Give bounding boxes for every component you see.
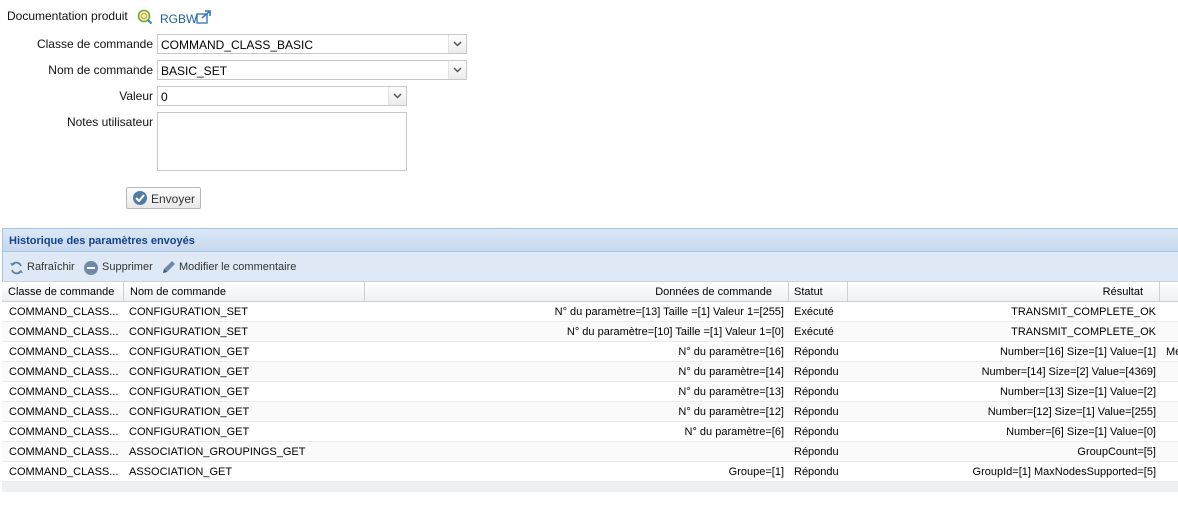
cell-result: TRANSMIT_COMPLETE_OK [1011,326,1156,338]
cell-command-data: N° du paramètre=[13] Taille =[1] Valeur … [554,306,784,318]
cell-command-data: N° du paramètre=[16] [678,346,784,358]
history-title-text: Historique des paramètres envoyés [9,235,195,247]
cell-command-name: CONFIGURATION_GET [129,406,250,418]
cell-command-data: N° du paramètre=[14] [678,366,784,378]
cell-result: Number=[6] Size=[1] Value=[0] [1006,426,1156,438]
refresh-label: Rafraîchir [27,261,75,273]
cell-command-class: COMMAND_CLASS... [9,406,119,418]
cell-command-data: N° du paramètre=[6] [684,426,784,438]
history-toolbar: Rafraîchir Supprimer Modifier le comment… [2,252,1178,282]
table-row[interactable]: COMMAND_CLASS... ASSOCIATION_GET Groupe=[1… [2,462,1178,482]
table-row[interactable]: COMMAND_CLASS... CONFIGURATION_SET N° du p… [2,322,1178,342]
column-header-label: Résultat [1102,286,1143,298]
cell-command-name: CONFIGURATION_GET [129,366,250,378]
table-row[interactable]: COMMAND_CLASS... CONFIGURATION_GET N° du p… [2,342,1178,362]
cell-result: GroupId=[1] MaxNodesSupported=[5] [972,466,1156,478]
cell-status: Répondu [794,426,839,438]
value-label: Valeur [119,89,153,103]
cell-overflow: Me [1166,346,1178,358]
cell-result: Number=[13] Size=[1] Value=[2] [999,386,1156,398]
cell-status: Répondu [794,366,839,378]
command-name-value: BASIC_SET [161,64,228,78]
delete-label: Supprimer [102,261,153,273]
column-header-label: Nom de commande [130,286,226,298]
chevron-down-icon[interactable] [388,87,406,105]
chevron-down-icon[interactable] [448,35,466,53]
send-button[interactable]: Envoyer [126,187,201,209]
refresh-icon [9,261,24,278]
column-header-label: Classe de commande [8,286,115,298]
table-row[interactable]: COMMAND_CLASS... CONFIGURATION_GET N° du p… [2,422,1178,442]
chevron-down-icon[interactable] [448,61,466,79]
table-row[interactable]: COMMAND_CLASS... CONFIGURATION_GET N° du p… [2,402,1178,422]
cell-status: Répondu [794,406,839,418]
product-doc-search-icon[interactable] [137,9,153,25]
cell-command-class: COMMAND_CLASS... [9,466,119,478]
delete-button[interactable]: Supprimer [83,260,155,276]
cell-command-name: CONFIGURATION_GET [129,346,250,358]
cell-command-data: N° du paramètre=[12] [678,406,784,418]
grid-footer [2,482,1178,492]
cell-result: Number=[16] Size=[1] Value=[1] [999,346,1156,358]
command-name-combobox[interactable]: BASIC_SET [157,60,467,80]
command-class-combobox[interactable]: COMMAND_CLASS_BASIC [157,34,467,54]
cell-command-class: COMMAND_CLASS... [9,366,119,378]
check-icon [133,191,147,205]
cell-status: Répondu [794,386,839,398]
cell-command-name: CONFIGURATION_GET [129,426,250,438]
pencil-icon [161,259,177,278]
refresh-button[interactable]: Rafraîchir [9,260,77,276]
product-doc-label: Documentation produit [7,9,128,23]
edit-comment-button[interactable]: Modifier le commentaire [161,260,297,276]
command-class-label: Classe de commande [36,37,153,51]
column-header-label: Données de commande [655,286,772,298]
command-name-label: Nom de commande [48,63,153,77]
cell-status: Répondu [794,466,839,478]
table-row[interactable]: COMMAND_CLASS... CONFIGURATION_GET N° du p… [2,382,1178,402]
cell-command-name: CONFIGURATION_SET [129,326,248,338]
value-combobox[interactable]: 0 [157,86,407,106]
cell-command-data: N° du paramètre=[10] Taille =[1] Valeur … [566,326,784,338]
product-doc-link[interactable]: RGBW [160,12,197,26]
cell-result: GroupCount=[5] [1077,446,1156,458]
command-class-value: COMMAND_CLASS_BASIC [161,38,314,52]
cell-command-class: COMMAND_CLASS... [9,346,119,358]
cell-result: TRANSMIT_COMPLETE_OK [1011,306,1156,318]
cell-command-data: Groupe=[1] [728,466,784,478]
notes-textarea[interactable] [157,112,407,171]
cell-status: Répondu [794,346,839,358]
cell-command-data: N° du paramètre=[13] [678,386,784,398]
cell-command-name: CONFIGURATION_SET [129,306,248,318]
cell-command-class: COMMAND_CLASS... [9,386,119,398]
value-field-value: 0 [161,90,168,104]
cell-command-class: COMMAND_CLASS... [9,426,119,438]
cell-command-name: ASSOCIATION_GROUPINGS_GET [129,446,306,458]
send-button-label: Envoyer [151,192,196,206]
cell-result: Number=[12] Size=[1] Value=[255] [987,406,1156,418]
cell-status: Exécuté [794,306,834,318]
cell-status: Exécuté [794,326,834,338]
column-header-status[interactable]: Statut [789,282,848,301]
column-header-command-name[interactable]: Nom de commande [124,282,365,301]
cell-command-name: CONFIGURATION_GET [129,386,250,398]
cell-command-class: COMMAND_CLASS... [9,326,119,338]
table-row[interactable]: COMMAND_CLASS... CONFIGURATION_GET N° du p… [2,362,1178,382]
column-header-label: Statut [794,286,823,298]
minus-circle-icon [83,260,99,279]
grid-header: Classe de commande Nom de commande Donné… [2,282,1178,302]
table-row[interactable]: COMMAND_CLASS... CONFIGURATION_SET N° du p… [2,302,1178,322]
cell-command-class: COMMAND_CLASS... [9,446,119,458]
column-header-result[interactable]: Résultat [848,282,1160,301]
column-header-command-data[interactable]: Données de commande [365,282,789,301]
history-panel-title: Historique des paramètres envoyés [2,228,1178,252]
cell-command-class: COMMAND_CLASS... [9,306,119,318]
cell-result: Number=[14] Size=[2] Value=[4369] [981,366,1156,378]
column-header-command-class[interactable]: Classe de commande [2,282,124,301]
cell-status: Répondu [794,446,839,458]
notes-label: Notes utilisateur [66,115,153,129]
cell-command-name: ASSOCIATION_GET [129,466,233,478]
table-row[interactable]: COMMAND_CLASS... ASSOCIATION_GROUPINGS_GE… [2,442,1178,462]
edit-comment-label: Modifier le commentaire [179,261,297,273]
external-link-icon[interactable] [196,10,212,24]
